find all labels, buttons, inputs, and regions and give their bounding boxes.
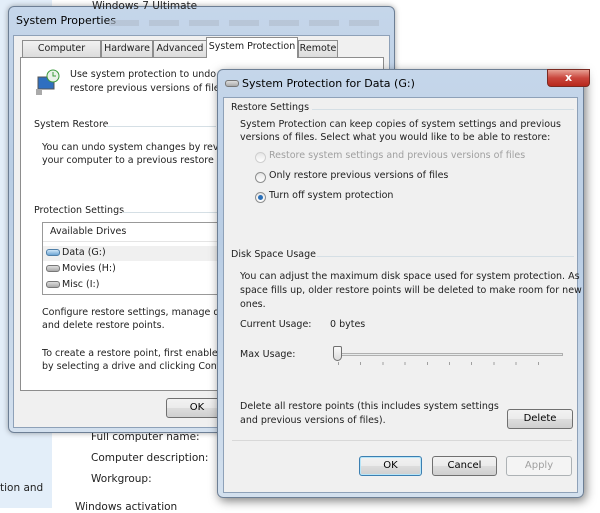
system-restore-text2: your computer to a previous restore poin… — [42, 155, 245, 166]
drive-row[interactable]: Misc (I:) — [43, 278, 231, 293]
intro-text-line1: Use system protection to undo un — [70, 69, 232, 80]
create-text1: To create a restore point, first enable … — [42, 348, 240, 359]
windows-activation-heading: Windows activation — [75, 501, 178, 513]
computer-description-label: Computer description: — [91, 452, 209, 464]
radio-label: Only restore previous versions of files — [269, 170, 449, 181]
disk-space-heading: Disk Space Usage — [231, 249, 316, 260]
tab-system-protection[interactable]: System Protection — [206, 37, 298, 58]
workgroup-label: Workgroup: — [91, 473, 152, 485]
configure-text1: Configure restore settings, manage disk … — [42, 307, 241, 318]
divider — [232, 440, 572, 441]
sidebar-link-text[interactable]: tion and — [0, 482, 43, 494]
disk-space-text1: You can adjust the maximum disk space us… — [240, 271, 580, 282]
restore-settings-text1: System Protection can keep copies of sys… — [240, 119, 561, 130]
tab-computer-name[interactable]: Computer Name — [22, 40, 101, 70]
restore-settings-heading: Restore Settings — [231, 102, 310, 113]
system-protection-icon — [34, 68, 60, 96]
configure-text2: and delete restore points. — [42, 320, 165, 331]
drive-label: Misc (I:) — [62, 279, 100, 290]
radio-label: Turn off system protection — [269, 190, 394, 201]
delete-button[interactable]: Delete — [507, 409, 573, 429]
slider-thumb[interactable] — [333, 346, 342, 361]
disk-space-text3: ones. — [240, 299, 266, 310]
radio-label: Restore system settings and previous ver… — [269, 150, 526, 161]
current-usage-value: 0 bytes — [330, 319, 366, 330]
intro-text-line2: restore previous versions of files. — [70, 83, 228, 94]
drive-icon — [225, 80, 239, 87]
apply-button[interactable]: Apply — [506, 456, 572, 476]
windows-edition: Windows 7 Ultimate — [92, 0, 198, 12]
current-usage-label: Current Usage: — [240, 319, 312, 330]
delete-text1: Delete all restore points (this includes… — [240, 401, 499, 412]
window-title: System Properties — [16, 14, 117, 27]
ok-button[interactable]: OK — [359, 456, 422, 476]
system-restore-heading: System Restore — [34, 119, 109, 130]
drive-icon — [46, 281, 60, 288]
max-usage-slider[interactable] — [333, 346, 563, 366]
divider — [106, 126, 216, 127]
blurred-copyright — [109, 20, 389, 26]
system-restore-text1: You can undo system changes by revertin — [42, 142, 241, 153]
restore-settings-text2: versions of files. Select what you would… — [240, 132, 551, 143]
drive-label: Movies (H:) — [62, 263, 116, 274]
slider-track — [333, 353, 563, 356]
divider — [317, 256, 574, 257]
radio-restore-system-settings[interactable] — [255, 152, 266, 163]
tab-remote[interactable]: Remote — [298, 40, 338, 57]
divider — [312, 109, 574, 110]
tab-advanced[interactable]: Advanced — [153, 40, 207, 57]
drive-row[interactable]: Movies (H:) — [43, 262, 231, 277]
create-text2: by selecting a drive and clicking Config… — [42, 361, 239, 372]
drive-icon — [46, 265, 60, 272]
drives-list[interactable]: Available Drives Data (G:) Movies (H:) M… — [42, 222, 232, 295]
close-button[interactable]: x — [547, 69, 590, 87]
radio-only-previous-versions[interactable] — [255, 172, 266, 183]
cancel-button[interactable]: Cancel — [432, 456, 497, 476]
drive-icon — [46, 249, 60, 256]
radio-turn-off-protection[interactable] — [255, 192, 266, 203]
max-usage-label: Max Usage: — [240, 349, 296, 360]
dialog-title: System Protection for Data (G:) — [242, 77, 415, 90]
slider-ticks — [338, 362, 560, 365]
protection-settings-heading: Protection Settings — [34, 205, 125, 216]
drive-label: Data (G:) — [62, 247, 106, 258]
divider — [122, 212, 222, 213]
delete-text2: and previous versions of files). — [240, 415, 386, 426]
drive-row[interactable]: Data (G:) — [43, 246, 231, 261]
tab-hardware[interactable]: Hardware — [101, 40, 153, 57]
column-header-available-drives[interactable]: Available Drives — [43, 223, 231, 242]
disk-space-text2: space fills up, older restore points wil… — [240, 285, 582, 296]
